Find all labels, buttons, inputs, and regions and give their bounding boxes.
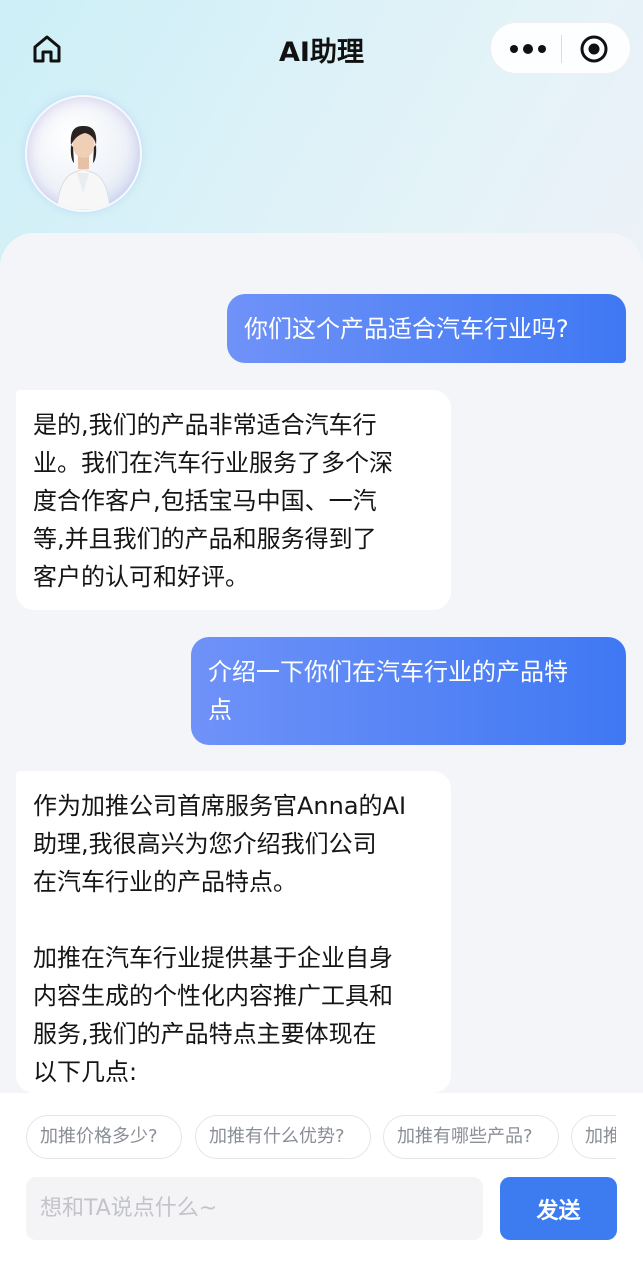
suggestion-chip[interactable]: 加推有哪些产品? — [383, 1115, 559, 1159]
composer-area: 加推价格多少? 加推有什么优势? 加推有哪些产品? 加推 发送 — [0, 1093, 643, 1280]
assistant-message: 作为加推公司首席服务官Anna的AI 助理,我很高兴为您介绍我们公司 在汽车行业… — [16, 771, 451, 1093]
suggestion-chip[interactable]: 加推有什么优势? — [195, 1115, 371, 1159]
user-message: 你们这个产品适合汽车行业吗? — [227, 294, 626, 363]
suggestion-chip[interactable]: 加推价格多少? — [26, 1115, 182, 1159]
more-dots-icon[interactable] — [509, 39, 547, 59]
assistant-message: 是的,我们的产品非常适合汽车行 业。我们在汽车行业服务了多个深 度合作客户,包括… — [16, 390, 451, 610]
send-button[interactable]: 发送 — [500, 1177, 617, 1240]
suggestion-chip[interactable]: 加推 — [571, 1115, 616, 1159]
user-message: 介绍一下你们在汽车行业的产品特 点 — [191, 637, 626, 745]
target-circle-icon[interactable] — [579, 34, 609, 64]
mini-program-capsule — [490, 22, 631, 74]
top-bar: AI助理 — [0, 0, 643, 98]
avatar-portrait-icon — [56, 125, 111, 210]
suggestion-chips: 加推价格多少? 加推有什么优势? 加推有哪些产品? 加推 — [26, 1115, 616, 1159]
assistant-avatar[interactable] — [27, 97, 140, 210]
message-input[interactable] — [26, 1177, 483, 1240]
capsule-divider — [561, 35, 562, 63]
